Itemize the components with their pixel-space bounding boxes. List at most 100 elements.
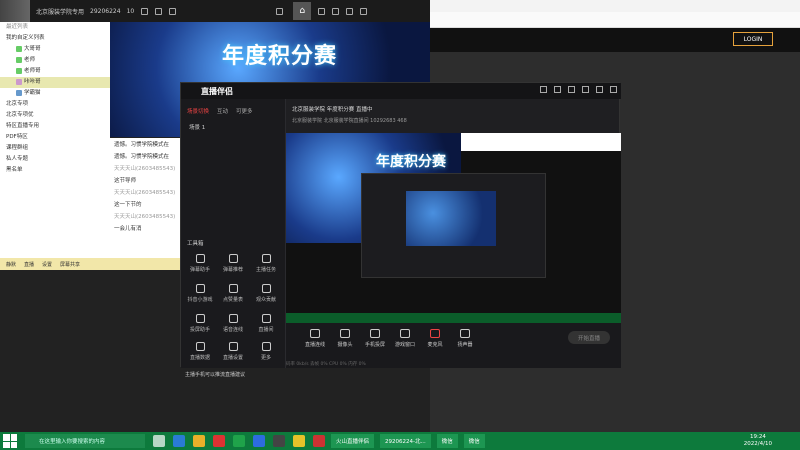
camera-icon	[340, 329, 350, 338]
list-item[interactable]: 黑名单	[0, 165, 110, 176]
list-item[interactable]: 大哥哥	[0, 44, 110, 55]
scene-item[interactable]: 场景 1	[181, 119, 285, 135]
tools-header: 工具箱	[187, 241, 204, 247]
app-icon[interactable]	[213, 435, 225, 447]
windows-start-icon[interactable]	[3, 434, 17, 448]
tool-task[interactable]: 主播任务	[251, 254, 281, 280]
screen-share-button[interactable]: 屏幕共享	[60, 261, 80, 268]
chrome-icon[interactable]	[293, 435, 305, 447]
host-title: 北京服装学院专用	[36, 8, 85, 16]
star-icon[interactable]	[141, 7, 149, 15]
clock-time: 19:24	[749, 434, 766, 440]
edge-icon[interactable]	[173, 435, 185, 447]
list-item[interactable]: 特区直播专用	[0, 121, 110, 132]
btool-link[interactable]: 直播连线	[300, 329, 330, 348]
tool-data[interactable]: 直播数据	[185, 342, 215, 368]
room-info-bar: 北京服装学院 年度积分赛 直播中 北京服装学院 北京服装学院直播间 102926…	[286, 99, 621, 129]
like-icon	[228, 284, 238, 293]
app-icon[interactable]	[253, 435, 265, 447]
settings-button[interactable]: 设置	[42, 261, 52, 268]
banner-title: 年度积分赛	[222, 44, 338, 69]
minimize-icon[interactable]	[582, 86, 589, 93]
tool-contrib[interactable]: 观众贡献	[251, 284, 281, 310]
preview-nested-banner	[406, 191, 496, 246]
menu-icon[interactable]	[568, 86, 575, 93]
taskbar-search-input[interactable]: 在这里输入你要搜索的内容	[25, 434, 145, 448]
chat-line: 一会儿有消	[114, 226, 142, 232]
steam-icon[interactable]	[273, 435, 285, 447]
app-icon[interactable]	[233, 435, 245, 447]
folder-icon[interactable]	[193, 435, 205, 447]
taskbar-task[interactable]: 火山直播伴侣	[331, 434, 375, 448]
streaming-app-window: 直播伴侣 场景切换 互动 可更多 场景 1 工具箱 弹幕助手 弹幕推荐 主播任务…	[180, 82, 621, 378]
btool-window[interactable]: 游戏窗口	[390, 329, 420, 348]
list-item[interactable]: 老师	[0, 55, 110, 66]
tool-voice[interactable]: 语音连线	[218, 314, 248, 340]
phone-icon	[370, 329, 380, 338]
link-icon	[310, 329, 320, 338]
home-icon[interactable]: ⌂	[293, 2, 312, 20]
settings-icon[interactable]	[155, 7, 163, 15]
speaker-icon	[460, 329, 470, 338]
list-item-selected[interactable]: 咔咔哥	[0, 77, 110, 88]
list-item[interactable]: 私人专题	[0, 154, 110, 165]
maximize-icon[interactable]	[346, 7, 354, 15]
login-button[interactable]: LOGIN	[733, 32, 773, 46]
recommend-icon	[228, 254, 238, 263]
message-icon[interactable]	[554, 86, 561, 93]
minimize-icon[interactable]	[332, 7, 340, 15]
list-item[interactable]: 老师哥	[0, 66, 110, 77]
chat-line: 天天天山(2603485543)	[114, 214, 176, 220]
mic-icon	[430, 329, 440, 338]
tool-like[interactable]: 点赞量表	[218, 284, 248, 310]
more-icon	[261, 342, 271, 351]
close-icon[interactable]	[360, 7, 368, 15]
list-item[interactable]: 课程群组	[0, 143, 110, 154]
live-button[interactable]: 直播	[24, 261, 34, 268]
chat-line: 天天天山(2603485543)	[114, 190, 176, 196]
btool-speaker[interactable]: 扬声器	[450, 329, 480, 348]
voice-icon	[228, 314, 238, 323]
list-item[interactable]: 北京专项	[0, 99, 110, 110]
tool-settings[interactable]: 直播设置	[218, 342, 248, 368]
scene-tabs: 场景切换 互动 可更多	[181, 99, 285, 119]
close-icon[interactable]	[610, 86, 617, 93]
tab-more[interactable]: 可更多	[236, 107, 253, 115]
start-live-button[interactable]: 开始直播	[568, 331, 610, 344]
app-hint[interactable]: 主播手机可以推流直播建议	[185, 371, 245, 378]
btool-phone[interactable]: 手机投屏	[360, 329, 390, 348]
stream-preview[interactable]: 年度积分赛	[286, 133, 621, 323]
taskbar-task[interactable]: 微信	[463, 434, 485, 448]
list-item[interactable]: 北京专项优	[0, 110, 110, 121]
taskbar-clock[interactable]: 19:24 2022/4/10	[744, 434, 772, 448]
task-view-icon[interactable]	[153, 435, 165, 447]
tool-cast[interactable]: 投屏助手	[185, 314, 215, 340]
tool-game[interactable]: 抖音小游戏	[185, 284, 215, 310]
status-bar: 码率 0kb/s 丢帧 0% CPU 0% 内存 0%	[286, 362, 366, 367]
list-item[interactable]: 学霸猫	[0, 88, 110, 99]
maximize-icon[interactable]	[596, 86, 603, 93]
chat-line: 遗憾。习惯学院模式在	[114, 142, 170, 148]
tab-interact[interactable]: 互动	[217, 107, 228, 115]
host-count: 10	[126, 7, 135, 15]
mute-button[interactable]: 静默	[6, 261, 16, 268]
btool-mic[interactable]: 麦克风	[420, 329, 450, 348]
video-icon[interactable]	[276, 7, 284, 15]
tab-scenes[interactable]: 场景切换	[187, 107, 209, 115]
chat-line: 天天天山(2603485543)	[114, 166, 176, 172]
gift-icon[interactable]	[540, 86, 547, 93]
tool-room[interactable]: 直播间	[251, 314, 281, 340]
tool-more[interactable]: 更多	[251, 342, 281, 368]
window-controls	[540, 86, 617, 93]
taskbar-task[interactable]: 29206224-北...	[380, 434, 431, 448]
taskbar-task[interactable]: 微信	[436, 434, 458, 448]
app-icon[interactable]	[313, 435, 325, 447]
list-item[interactable]: 我的自定义列表	[0, 33, 110, 44]
room-title: 北京服装学院 年度积分赛 直播中	[292, 107, 373, 113]
list-item[interactable]: PDF特区	[0, 132, 110, 143]
tool-recommend[interactable]: 弹幕推荐	[218, 254, 248, 280]
grid-icon[interactable]	[318, 7, 326, 15]
tool-danmu[interactable]: 弹幕助手	[185, 254, 215, 280]
btool-camera[interactable]: 摄像头	[330, 329, 360, 348]
share-icon[interactable]	[169, 7, 177, 15]
